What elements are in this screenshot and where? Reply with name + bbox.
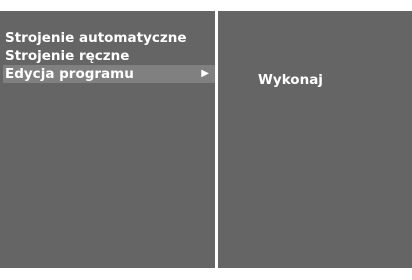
submenu-arrow-icon: ▶ <box>201 68 209 79</box>
execute-option[interactable]: Wykonaj <box>258 72 323 88</box>
menu-item-label: Strojenie automatyczne <box>5 30 187 46</box>
execute-label: Wykonaj <box>258 72 323 88</box>
menu-item-auto-tuning[interactable]: Strojenie automatyczne <box>3 29 215 47</box>
main-menu-panel: Strojenie automatyczne Strojenie ręczne … <box>0 11 215 268</box>
submenu-panel: Wykonaj <box>218 11 412 268</box>
tv-menu-screen: Strojenie automatyczne Strojenie ręczne … <box>0 0 412 280</box>
menu-item-program-edit[interactable]: Edycja programu ▶ <box>3 65 215 83</box>
menu-item-label: Strojenie ręczne <box>5 48 130 64</box>
main-menu: Strojenie automatyczne Strojenie ręczne … <box>3 29 215 83</box>
menu-item-label: Edycja programu <box>5 66 134 82</box>
menu-item-manual-tuning[interactable]: Strojenie ręczne <box>3 47 215 65</box>
